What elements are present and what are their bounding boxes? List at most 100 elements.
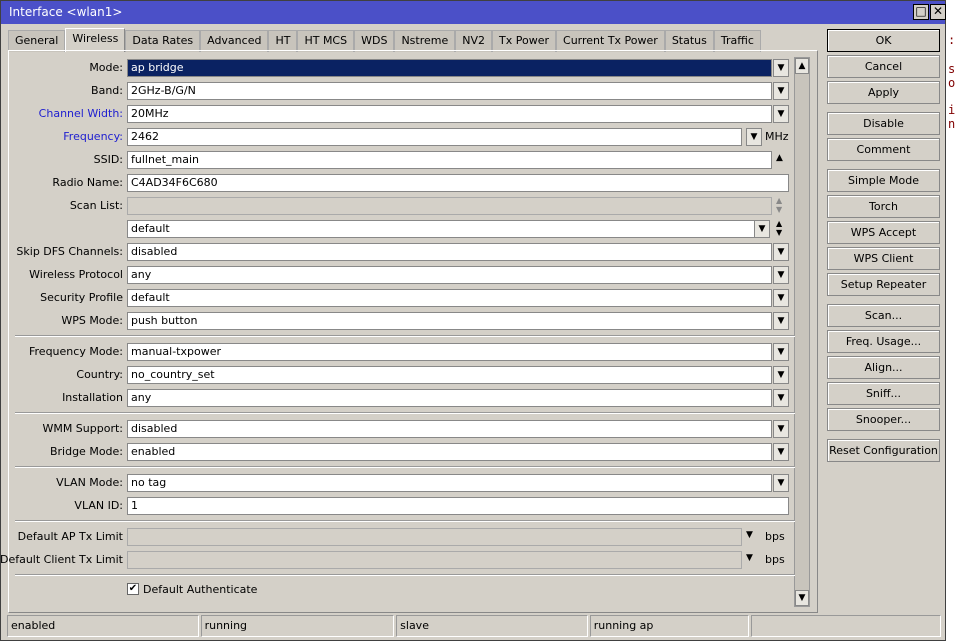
comment-button[interactable]: Comment (827, 138, 940, 161)
scan-button[interactable]: Scan... (827, 304, 940, 327)
background-text: o (948, 76, 956, 90)
frequency-mode-field[interactable]: manual-txpower (127, 343, 772, 361)
disable-button[interactable]: Disable (827, 112, 940, 135)
tab-status[interactable]: Status (664, 30, 714, 52)
ssid-field[interactable]: fullnet_main (127, 151, 772, 169)
country-dropdown-icon[interactable]: ▼ (773, 366, 789, 384)
scroll-up-icon[interactable]: ▲ (795, 58, 809, 74)
client-tx-limit-label: Default Client Tx Limit (0, 553, 123, 566)
security-profile-field[interactable]: default (127, 289, 772, 307)
default-authenticate-checkbox[interactable]: ✔ (127, 583, 139, 595)
vertical-scrollbar[interactable]: ▲ ▼ (794, 57, 810, 607)
installation-field[interactable]: any (127, 389, 772, 407)
band-label: Band: (91, 84, 123, 97)
tab-general[interactable]: General (8, 30, 66, 52)
country-field[interactable]: no_country_set (127, 366, 772, 384)
tab-traffic[interactable]: Traffic (713, 30, 761, 52)
collapse-up-icon[interactable]: ▲ (776, 153, 783, 163)
vlan-mode-dropdown-icon[interactable]: ▼ (773, 474, 789, 492)
client-tx-limit-field[interactable] (127, 551, 742, 569)
tab-ht-mcs[interactable]: HT MCS (297, 30, 355, 52)
vlan-mode-field[interactable]: no tag (127, 474, 772, 492)
frequency-field[interactable]: 2462 (127, 128, 742, 146)
installation-label: Installation (62, 391, 123, 404)
tab-current-tx-power[interactable]: Current Tx Power (556, 30, 665, 52)
security-profile-label: Security Profile (40, 291, 123, 304)
band-field[interactable]: 2GHz-B/G/N (127, 82, 772, 100)
wps-mode-field[interactable]: push button (127, 312, 772, 330)
tab-advanced[interactable]: Advanced (200, 30, 269, 52)
section-divider (15, 520, 795, 522)
scan-list-field[interactable] (127, 197, 772, 215)
channel-width-field[interactable]: 20MHz (127, 105, 772, 123)
wmm-support-dropdown-icon[interactable]: ▼ (773, 420, 789, 438)
radio-name-field[interactable]: C4AD34F6C680 (127, 174, 789, 192)
frequency-unit: MHz (765, 130, 789, 143)
mode-dropdown-icon[interactable]: ▼ (773, 59, 789, 77)
ap-tx-limit-dropdown-icon[interactable]: ▼ (746, 530, 753, 540)
ap-tx-limit-field[interactable] (127, 528, 742, 546)
wps-mode-dropdown-icon[interactable]: ▼ (773, 312, 789, 330)
cancel-button[interactable]: Cancel (827, 55, 940, 78)
installation-dropdown-icon[interactable]: ▼ (773, 389, 789, 407)
frequency-dropdown-icon[interactable]: ▼ (746, 128, 762, 146)
scan-list-2-dropdown-icon[interactable]: ▼ (754, 220, 770, 238)
channel-width-dropdown-icon[interactable]: ▼ (773, 105, 789, 123)
bridge-mode-dropdown-icon[interactable]: ▼ (773, 443, 789, 461)
skip-dfs-dropdown-icon[interactable]: ▼ (773, 243, 789, 261)
simple-mode-button[interactable]: Simple Mode (827, 169, 940, 192)
background-text: : (948, 33, 956, 47)
add-remove-icon[interactable]: ▲ ▼ (776, 196, 782, 214)
title-bar[interactable]: Interface <wlan1> □ ✕ (1, 1, 946, 24)
tab-tx-power[interactable]: Tx Power (492, 30, 557, 52)
frequency-label: Frequency: (63, 130, 123, 143)
client-tx-limit-dropdown-icon[interactable]: ▼ (746, 553, 753, 563)
status-cell: running (200, 615, 395, 637)
status-cell: enabled (7, 615, 199, 637)
channel-width-label: Channel Width: (38, 107, 123, 120)
client-tx-limit-unit: bps (765, 553, 785, 566)
wireless-protocol-field[interactable]: any (127, 266, 772, 284)
ok-button[interactable]: OK (827, 29, 940, 52)
maximize-icon[interactable]: □ (913, 4, 929, 20)
section-divider (15, 574, 795, 576)
tab-ht[interactable]: HT (268, 30, 298, 52)
reset-configuration-button[interactable]: Reset Configuration (827, 439, 940, 462)
default-authenticate-label: Default Authenticate (143, 583, 258, 596)
vlan-id-field[interactable]: 1 (127, 497, 789, 515)
tab-data-rates[interactable]: Data Rates (125, 30, 201, 52)
tab-wireless[interactable]: Wireless (65, 28, 126, 52)
scroll-down-icon[interactable]: ▼ (795, 590, 809, 606)
wps-client-button[interactable]: WPS Client (827, 247, 940, 270)
wireless-protocol-dropdown-icon[interactable]: ▼ (773, 266, 789, 284)
wireless-panel: ▲ ▼ Mode: ap bridge ▼ Band: 2GHz-B/G/N ▼ Chann… (0, 50, 818, 613)
bridge-mode-field[interactable]: enabled (127, 443, 772, 461)
apply-button[interactable]: Apply (827, 81, 940, 104)
tab-nstreme[interactable]: Nstreme (394, 30, 456, 52)
mode-field[interactable]: ap bridge (127, 59, 772, 77)
ap-tx-limit-label: Default AP Tx Limit (17, 530, 123, 543)
add-remove-icon[interactable]: ▲ ▼ (776, 219, 782, 237)
setup-repeater-button[interactable]: Setup Repeater (827, 273, 940, 296)
ap-tx-limit-unit: bps (765, 530, 785, 543)
snooper-button[interactable]: Snooper... (827, 408, 940, 431)
tab-wds[interactable]: WDS (354, 30, 395, 52)
align-button[interactable]: Align... (827, 356, 940, 379)
background-text: i (948, 103, 956, 117)
tab-nv2[interactable]: NV2 (455, 30, 493, 52)
frequency-mode-dropdown-icon[interactable]: ▼ (773, 343, 789, 361)
skip-dfs-field[interactable]: disabled (127, 243, 772, 261)
torch-button[interactable]: Torch (827, 195, 940, 218)
scan-list-2-field[interactable]: default (127, 220, 755, 238)
band-dropdown-icon[interactable]: ▼ (773, 82, 789, 100)
sniff-button[interactable]: Sniff... (827, 382, 940, 405)
section-divider (15, 466, 795, 468)
wps-accept-button[interactable]: WPS Accept (827, 221, 940, 244)
close-icon[interactable]: ✕ (930, 4, 946, 20)
wmm-support-field[interactable]: disabled (127, 420, 772, 438)
background-text: n (948, 117, 956, 131)
radio-name-label: Radio Name: (52, 176, 123, 189)
freq-usage-button[interactable]: Freq. Usage... (827, 330, 940, 353)
interface-window: Interface <wlan1> □ ✕ General Wireless Dat… (0, 0, 946, 641)
security-profile-dropdown-icon[interactable]: ▼ (773, 289, 789, 307)
